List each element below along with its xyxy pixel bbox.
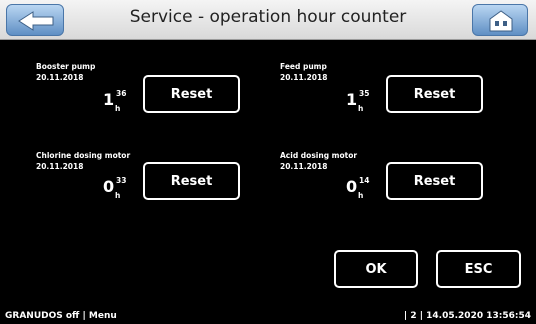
counter-date-chlorine-dosing-motor: 20.11.2018 (36, 162, 84, 171)
counter-name-chlorine-dosing-motor: Chlorine dosing motor (36, 151, 131, 160)
counter-hours-chlorine-dosing-motor: 0 (103, 177, 115, 196)
counter-unit-acid-dosing-motor: h (358, 191, 364, 200)
home-button[interactable] (472, 4, 528, 36)
counter-name-feed-pump: Feed pump (280, 62, 327, 71)
counter-unit-booster-pump: h (115, 104, 121, 113)
title-bar: Service - operation hour counter (0, 0, 536, 40)
page-title: Service - operation hour counter (129, 7, 407, 27)
counter-hours-acid-dosing-motor: 0 (346, 177, 358, 196)
status-bar: GRANUDOS off | Menu | 2 | 14.05.2020 13:… (0, 308, 536, 324)
status-right-text: | 2 | 14.05.2020 13:56:54 (403, 311, 531, 321)
counter-date-booster-pump: 20.11.2018 (36, 73, 84, 82)
esc-button[interactable]: ESC (436, 250, 521, 288)
reset-button-acid-dosing-motor[interactable]: Reset (386, 162, 483, 200)
counter-name-booster-pump: Booster pump (36, 62, 96, 71)
counter-hours-feed-pump: 1 (346, 90, 358, 109)
counter-minutes-booster-pump: 36 (116, 89, 127, 98)
reset-button-chlorine-dosing-motor[interactable]: Reset (143, 162, 240, 200)
counter-minutes-feed-pump: 35 (359, 89, 370, 98)
counter-unit-chlorine-dosing-motor: h (115, 191, 121, 200)
status-left-text[interactable]: GRANUDOS off | Menu (5, 311, 117, 321)
counter-unit-feed-pump: h (358, 104, 364, 113)
counter-date-feed-pump: 20.11.2018 (280, 73, 328, 82)
counter-hours-booster-pump: 1 (103, 90, 115, 109)
counter-date-acid-dosing-motor: 20.11.2018 (280, 162, 328, 171)
counter-minutes-acid-dosing-motor: 14 (359, 176, 370, 185)
home-icon (489, 10, 513, 32)
counter-minutes-chlorine-dosing-motor: 33 (116, 176, 127, 185)
counter-name-acid-dosing-motor: Acid dosing motor (280, 151, 358, 160)
reset-button-booster-pump[interactable]: Reset (143, 75, 240, 113)
ok-button[interactable]: OK (334, 250, 418, 288)
reset-button-feed-pump[interactable]: Reset (386, 75, 483, 113)
